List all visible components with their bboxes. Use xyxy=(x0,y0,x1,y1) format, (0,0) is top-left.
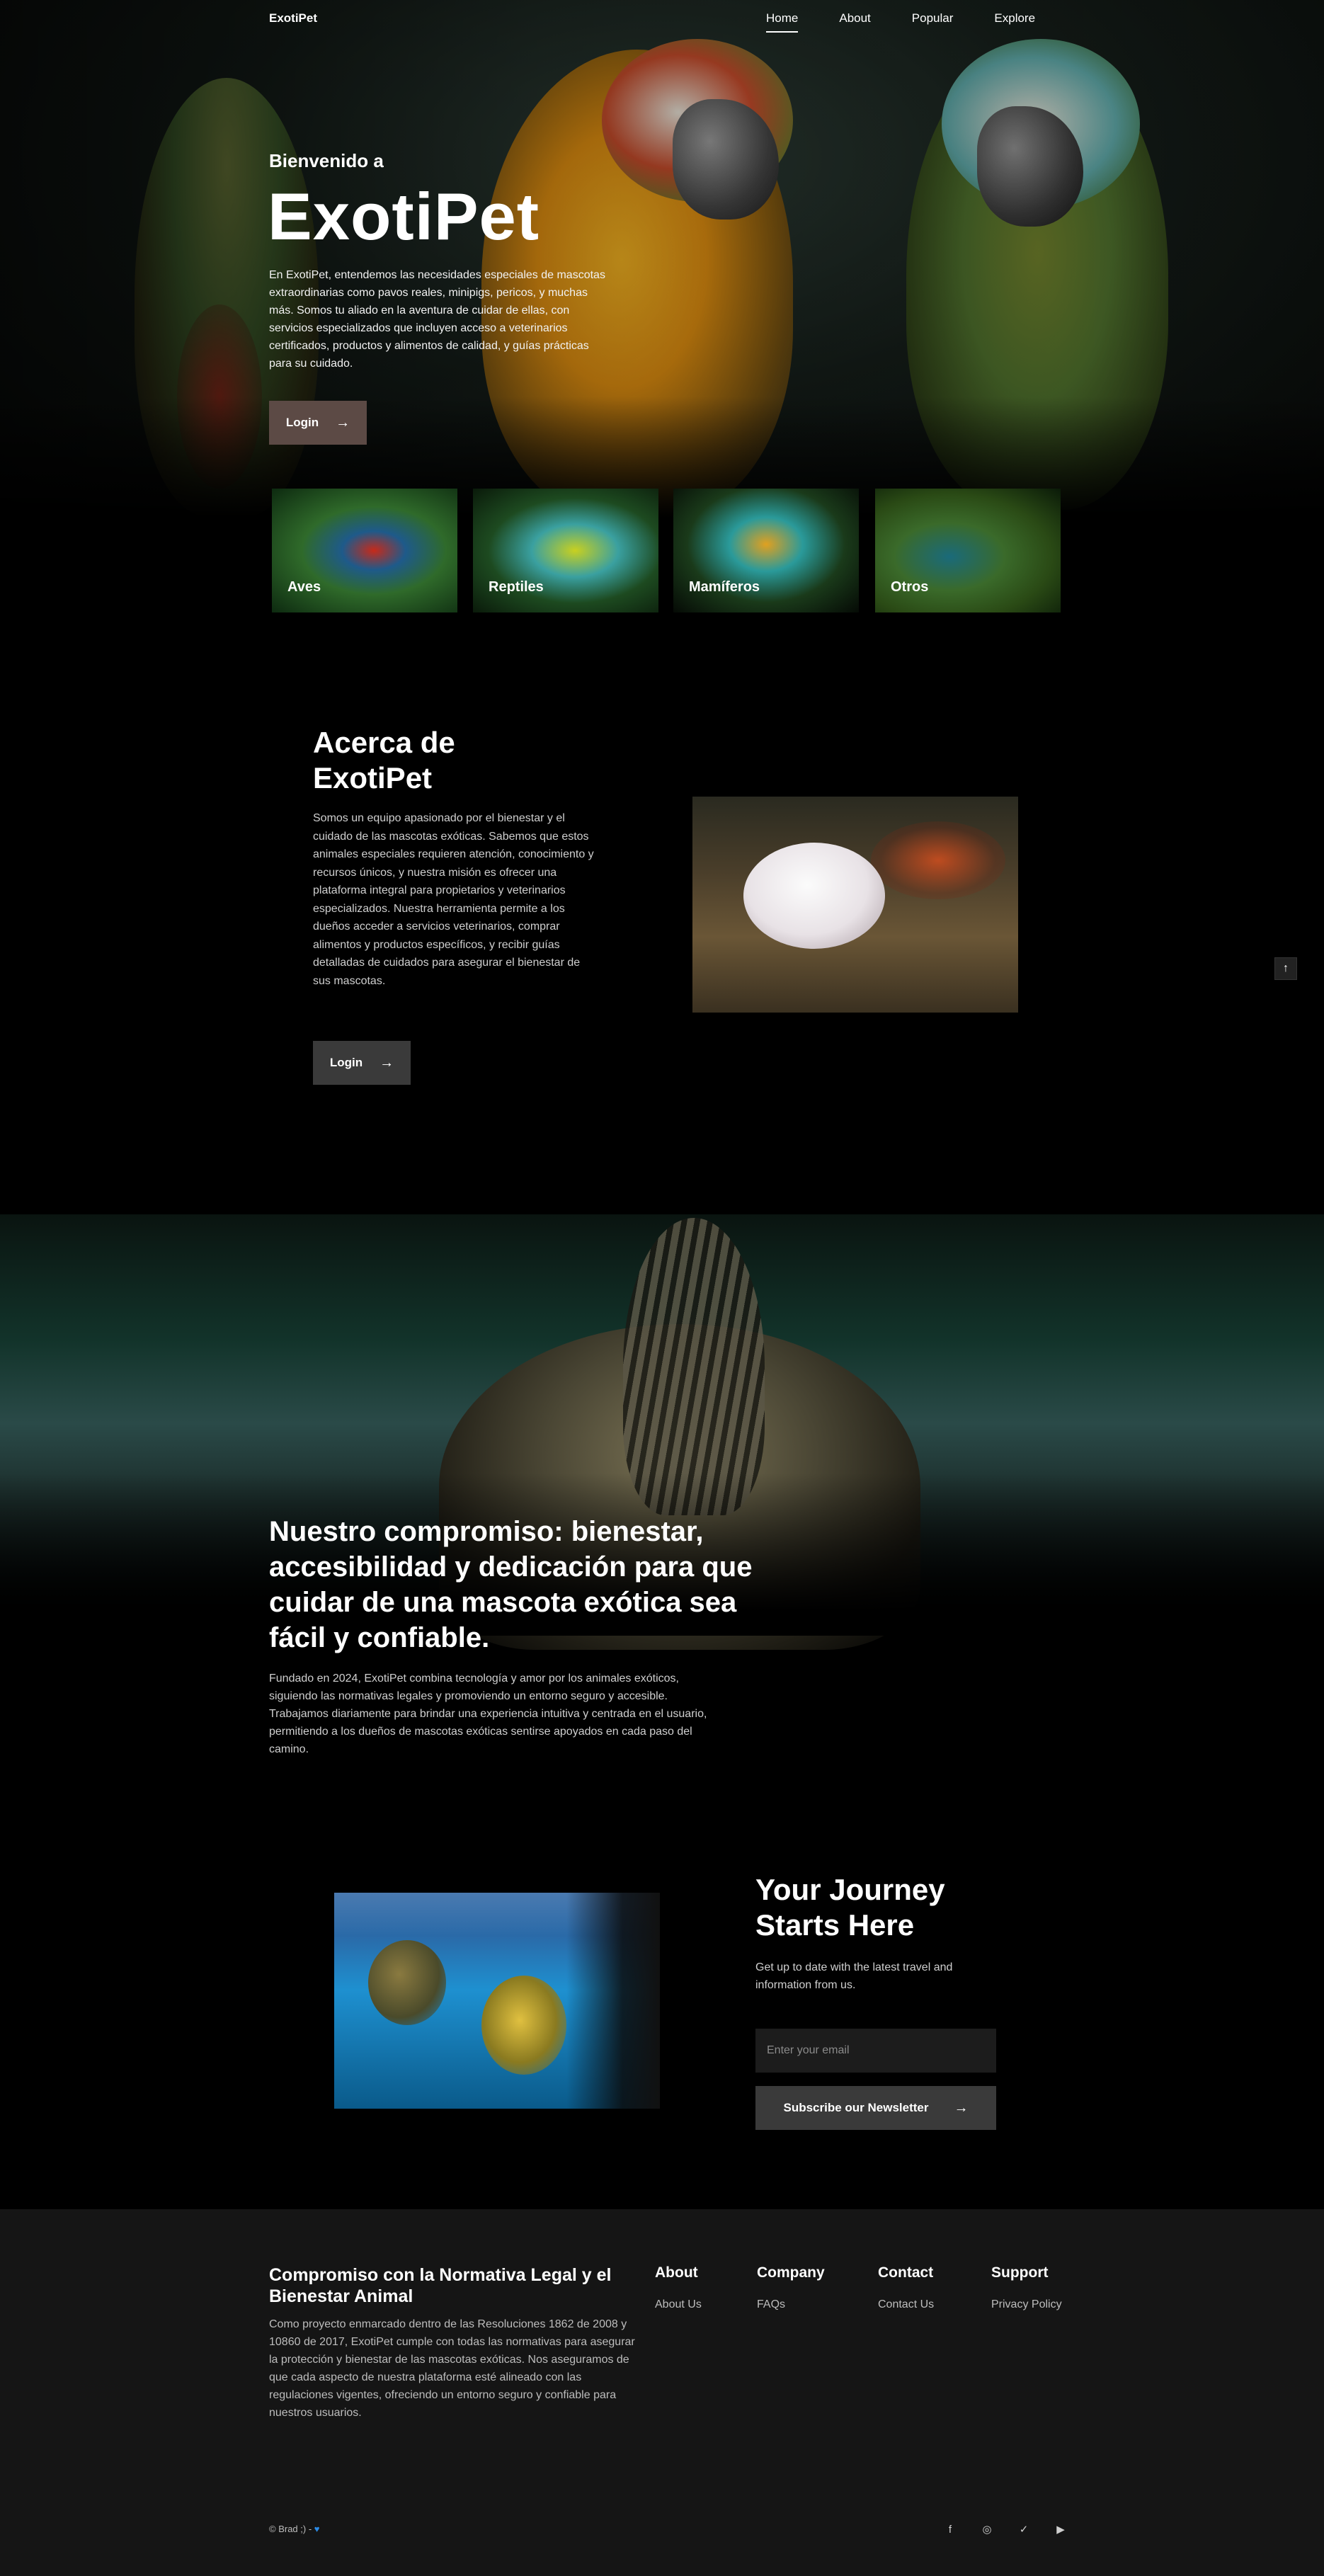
subscribe-label: Subscribe our Newsletter xyxy=(783,2101,929,2114)
nav-explore[interactable]: Explore xyxy=(994,11,1035,25)
arrow-right-icon: → xyxy=(379,1054,394,1071)
turtle-neck-shape xyxy=(623,1218,765,1515)
hero-login-button[interactable]: Login → xyxy=(269,401,367,445)
minipig-image-pig xyxy=(743,843,885,949)
commitment-description: Fundado en 2024, ExotiPet combina tecnol… xyxy=(269,1672,707,1755)
footer-link-privacy-policy[interactable]: Privacy Policy xyxy=(991,2298,1062,2311)
footer-heading: Contact xyxy=(878,2264,934,2281)
copyright-text: © Brad ;) - xyxy=(269,2524,312,2534)
arrow-right-icon: → xyxy=(336,414,350,431)
footer-heading: Support xyxy=(991,2264,1049,2281)
email-field[interactable] xyxy=(755,2029,996,2073)
youtube-icon[interactable]: ▶ xyxy=(1052,2521,1069,2538)
footer-description: Como proyecto enmarcado dentro de las Re… xyxy=(269,2318,635,2419)
about-description: Somos un equipo apasionado por el bienes… xyxy=(313,812,594,987)
heart-icon: ♥ xyxy=(314,2524,320,2534)
footer-link-about-us[interactable]: About Us xyxy=(655,2298,702,2311)
commitment-title: Nuestro compromiso: bienestar, accesibil… xyxy=(269,1516,753,1653)
about-login-label: Login xyxy=(329,1056,363,1069)
category-card-otros[interactable]: Otros xyxy=(875,489,1061,612)
arrow-up-icon: ↑ xyxy=(1283,962,1289,974)
category-label: Aves xyxy=(287,579,321,595)
footer-column-company: Company FAQs xyxy=(757,2264,825,2311)
copyright: © Brad ;) - ♥ xyxy=(269,2524,320,2534)
scroll-top-button[interactable]: ↑ xyxy=(1274,957,1297,980)
footer-column-support: Support Privacy Policy xyxy=(991,2264,1062,2311)
footer-link-contact-us[interactable]: Contact Us xyxy=(878,2298,934,2311)
turtle-small-shape xyxy=(368,1940,446,2025)
newsletter-title: Your Journey Starts Here xyxy=(755,1873,945,1942)
category-card-mamiferos[interactable]: Mamíferos xyxy=(673,489,859,612)
hero-section xyxy=(0,0,1324,524)
hero-login-label: Login xyxy=(285,416,319,429)
hero-welcome: Bienvenido a xyxy=(269,150,384,171)
nav-popular[interactable]: Popular xyxy=(912,11,954,25)
facebook-icon[interactable]: f xyxy=(942,2521,959,2538)
hero-description: En ExotiPet, entendemos las necesidades … xyxy=(269,269,605,370)
main-nav: Home About Popular Explore xyxy=(766,11,1076,33)
nav-home[interactable]: Home xyxy=(766,11,799,33)
about-login-button[interactable]: Login → xyxy=(313,1041,411,1085)
newsletter-description: Get up to date with the latest travel an… xyxy=(755,1961,953,1991)
instagram-icon[interactable]: ◎ xyxy=(978,2521,995,2538)
arrow-right-icon: → xyxy=(954,2099,969,2116)
footer-heading: About xyxy=(655,2264,698,2281)
turtle-yellow-shape xyxy=(481,1976,566,2075)
twitter-icon[interactable]: ✓ xyxy=(1015,2521,1032,2538)
about-title: Acerca de ExotiPet xyxy=(313,726,455,794)
footer-title: Compromiso con la Normativa Legal y el B… xyxy=(269,2265,612,2306)
footer-heading: Company xyxy=(757,2264,825,2281)
footer-link-faqs[interactable]: FAQs xyxy=(757,2298,825,2311)
tank-image-shadow xyxy=(566,1893,660,2109)
minipig-image-heat-lamp xyxy=(871,821,1005,899)
nav-about[interactable]: About xyxy=(839,11,870,25)
category-card-reptiles[interactable]: Reptiles xyxy=(473,489,658,612)
category-label: Mamíferos xyxy=(689,579,760,595)
brand-logo[interactable]: ExotiPet xyxy=(269,11,317,25)
subscribe-button[interactable]: Subscribe our Newsletter → xyxy=(755,2086,996,2130)
category-label: Reptiles xyxy=(489,579,544,595)
footer-column-about: About About Us xyxy=(655,2264,702,2311)
category-card-aves[interactable]: Aves xyxy=(272,489,457,612)
category-label: Otros xyxy=(891,579,929,595)
footer-column-contact: Contact Contact Us xyxy=(878,2264,934,2311)
hero-fade xyxy=(0,397,1324,524)
hero-title: ExotiPet xyxy=(268,179,540,253)
